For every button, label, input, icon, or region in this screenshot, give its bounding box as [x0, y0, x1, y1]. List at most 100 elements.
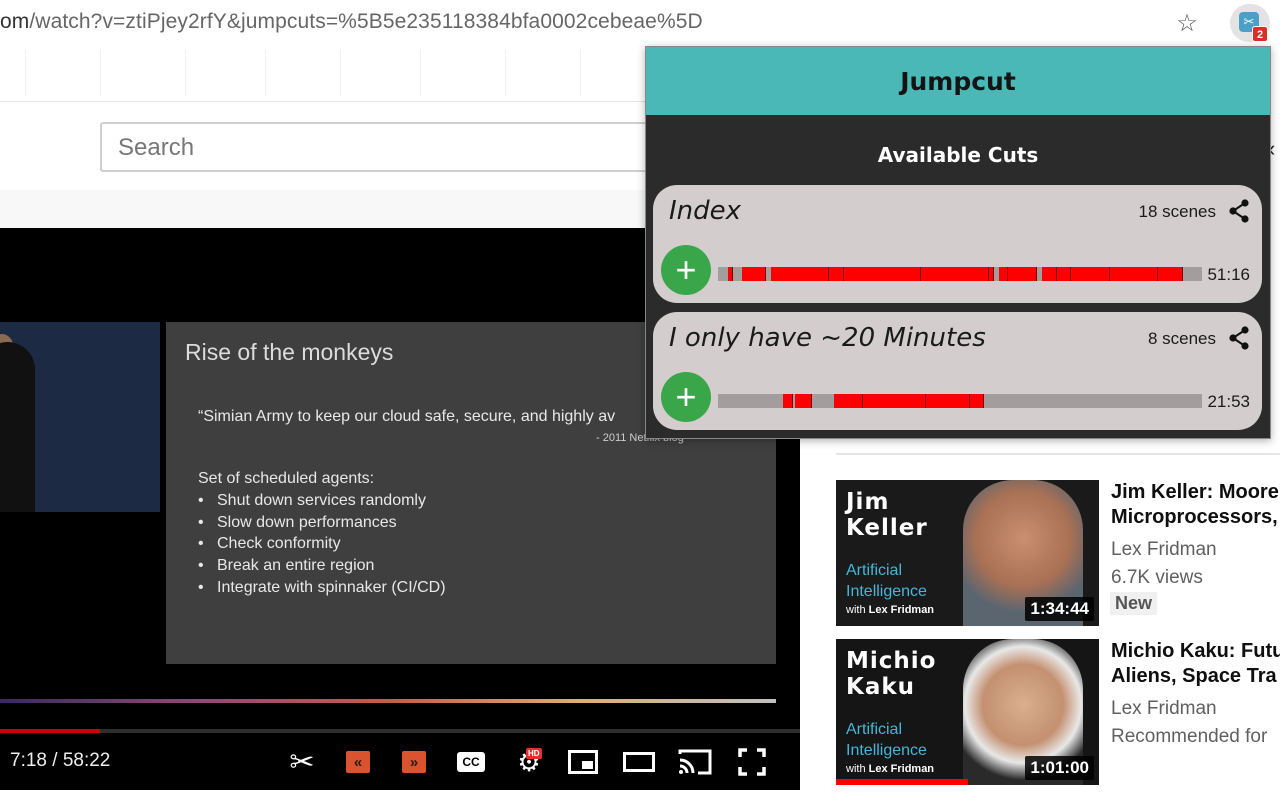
cut-segment — [829, 267, 844, 281]
cut-segment — [969, 394, 985, 408]
address-bar[interactable]: om/watch?v=ztiPjey2rfY&jumpcuts=%5B5e235… — [0, 0, 1225, 46]
thumbnail-with: with — [846, 763, 866, 775]
cut-card[interactable]: Index 18 scenes + 51:16 — [653, 185, 1262, 303]
thumbnail-name-line: Jim — [846, 489, 890, 515]
thumbnail-subtitle-line: Intelligence — [846, 742, 927, 759]
fullscreen-icon[interactable] — [736, 742, 768, 782]
cut-segment — [771, 267, 830, 281]
thumbnail-subtitle-line: Artificial — [846, 562, 903, 579]
slide-bullet: Shut down services randomly — [198, 492, 446, 514]
speaker-figure — [0, 342, 35, 512]
thumbnail-subtitle: Artificial Intelligence — [846, 719, 927, 761]
cut-segment — [783, 394, 793, 408]
cut-card[interactable]: I only have ~20 Minutes 8 scenes + 21:53 — [653, 312, 1262, 430]
cut-segment — [1056, 267, 1072, 281]
search-row: Search — [0, 103, 660, 193]
add-cut-button[interactable]: + — [661, 372, 711, 422]
video-title-line: Aliens, Space Tra — [1111, 665, 1277, 687]
recommendation-item[interactable]: Michio Kaku Artificial Intelligence with L… — [836, 639, 1280, 787]
progress-bar[interactable] — [0, 729, 800, 733]
search-input[interactable]: Search — [100, 122, 660, 172]
forward-glyph: » — [402, 751, 426, 773]
cut-segment — [1158, 267, 1183, 281]
rewind-glyph: « — [346, 751, 370, 773]
cut-segment — [727, 267, 733, 281]
slide-agents-heading: Set of scheduled agents: — [198, 470, 375, 487]
thumbnail-guest-name: Michio Kaku — [846, 648, 936, 700]
captions-label: CC — [457, 752, 485, 772]
video-thumbnail[interactable]: Michio Kaku Artificial Intelligence with L… — [836, 639, 1099, 785]
thumbnail-host: with Lex Fridman — [846, 604, 934, 616]
thumbnail-name-line: Keller — [846, 515, 928, 541]
slide-title: Rise of the monkeys — [185, 339, 394, 365]
cut-segment — [1008, 267, 1038, 281]
channel-name[interactable]: Lex Fridman — [1111, 539, 1217, 561]
new-badge: New — [1110, 592, 1158, 615]
jumpcut-extension-icon[interactable]: ✂ 2 — [1230, 4, 1270, 42]
sidebar-divider — [836, 453, 1280, 455]
cut-segment — [795, 394, 813, 408]
thumbnail-host: with Lex Fridman — [846, 763, 934, 775]
video-title[interactable]: Michio Kaku: Futu Aliens, Space Tra — [1111, 639, 1280, 689]
video-title-line: Jim Keller: Moore — [1111, 481, 1279, 503]
extension-badge: 2 — [1252, 26, 1268, 42]
video-duration: 1:34:44 — [1025, 597, 1094, 621]
cut-scene-count: 8 scenes — [1147, 329, 1216, 348]
slide-bullet-list: Shut down services randomly Slow down pe… — [198, 492, 446, 600]
url-text[interactable]: om/watch?v=ztiPjey2rfY&jumpcuts=%5B5e235… — [0, 10, 703, 34]
view-count: 6.7K views — [1111, 567, 1203, 588]
thumbnail-subtitle: Artificial Intelligence — [846, 560, 927, 602]
add-cut-button[interactable]: + — [661, 245, 711, 295]
video-title-line: Michio Kaku: Futu — [1111, 640, 1280, 662]
url-path: /watch?v=ztiPjey2rfY&jumpcuts=%5B5e23511… — [29, 10, 703, 33]
slide-bullet: Integrate with spinnaker (CI/CD) — [198, 579, 446, 601]
video-thumbnail[interactable]: Jim Keller Artificial Intelligence with Le… — [836, 480, 1099, 626]
search-placeholder: Search — [118, 134, 195, 161]
thumbnail-guest-name: Jim Keller — [846, 489, 928, 541]
theater-mode-icon[interactable] — [622, 742, 656, 782]
video-title[interactable]: Jim Keller: Moore Microprocessors, — [1111, 480, 1279, 530]
thumbnail-subtitle-line: Artificial — [846, 721, 903, 738]
share-icon[interactable] — [1228, 326, 1250, 350]
cut-timeline — [718, 394, 1202, 408]
rewind-icon[interactable]: « — [344, 742, 372, 782]
slide-accent-bar — [0, 699, 776, 703]
slide-bullet: Slow down performances — [198, 514, 446, 536]
time-display: 7:18 / 58:22 — [10, 750, 111, 771]
thumbnail-host-name: Lex Fridman — [868, 604, 935, 616]
scissors-icon[interactable]: ✂ — [282, 742, 322, 782]
star-icon[interactable]: ☆ — [1172, 9, 1202, 37]
cut-timeline — [718, 267, 1202, 281]
browser-toolbar: om/watch?v=ztiPjey2rfY&jumpcuts=%5B5e235… — [0, 0, 1280, 46]
cut-duration: 51:16 — [1207, 265, 1250, 284]
youtube-topbar — [0, 46, 645, 102]
cut-segment — [1110, 267, 1159, 281]
cut-scene-count: 18 scenes — [1138, 202, 1217, 221]
cut-segment — [1042, 267, 1057, 281]
cut-segment — [926, 394, 970, 408]
slide-quote: “Simian Army to keep our cloud safe, sec… — [198, 408, 616, 425]
forward-icon[interactable]: » — [400, 742, 428, 782]
cut-segment — [834, 394, 864, 408]
share-icon[interactable] — [1228, 199, 1250, 223]
thumbnail-host-name: Lex Fridman — [868, 763, 935, 775]
thumbnail-subtitle-line: Intelligence — [846, 583, 927, 600]
slide-bullet: Check conformity — [198, 535, 446, 557]
cast-icon[interactable] — [676, 742, 714, 782]
recommendation-reason: Recommended for — [1111, 726, 1268, 747]
progress-fill — [0, 729, 100, 733]
url-host: om — [0, 10, 30, 33]
slide-bullet: Break an entire region — [198, 557, 446, 579]
miniplayer-icon[interactable] — [566, 742, 600, 782]
watched-progress-bar — [836, 779, 968, 785]
cut-name: Index — [669, 196, 742, 226]
popup-title: Jumpcut — [900, 66, 1016, 96]
hd-badge: HD — [526, 748, 542, 759]
cut-segment — [998, 267, 1009, 281]
recommendation-item[interactable]: Jim Keller Artificial Intelligence with Le… — [836, 480, 1280, 628]
thumbnail-with: with — [846, 604, 866, 616]
cut-segment — [989, 267, 994, 281]
captions-icon[interactable]: CC — [455, 742, 487, 782]
channel-name[interactable]: Lex Fridman — [1111, 698, 1217, 720]
cut-segment — [843, 267, 922, 281]
